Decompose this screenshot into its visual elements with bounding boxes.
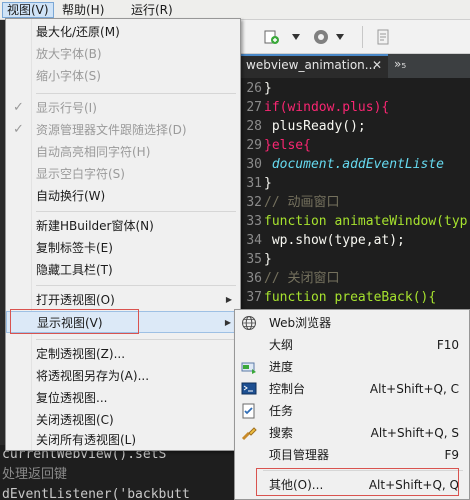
editor-bottom-area[interactable]: currentWebview().setS 处理返回键 dEventListen… bbox=[0, 445, 240, 500]
show-view-submenu: Web浏览器 大纲 F10 进度 控制台 Alt+Shift+Q, C 任务 搜… bbox=[234, 309, 470, 500]
code-editor[interactable]: 26} 27 if(window.plus){ 28 plusReady(); 2… bbox=[240, 78, 470, 318]
console-icon bbox=[241, 382, 257, 395]
toolbar bbox=[240, 20, 470, 54]
code-line: 37 function preateBack(){ bbox=[246, 290, 437, 305]
submenu-item-project-manager[interactable]: 项目管理器 F9 bbox=[235, 444, 469, 466]
menu-run[interactable]: 运行(R) bbox=[127, 2, 177, 18]
close-icon[interactable]: ✕ bbox=[372, 58, 382, 72]
editor-tab-bar: webview_animation... ✕ »₅ bbox=[240, 54, 470, 78]
menu-separator bbox=[36, 211, 236, 212]
menu-item-save-perspective-as[interactable]: 将透视图另存为(A)... bbox=[6, 365, 240, 387]
menu-item-open-perspective[interactable]: 打开透视图(O) ▶ bbox=[6, 289, 240, 311]
progress-icon bbox=[241, 362, 256, 374]
globe-icon bbox=[242, 316, 256, 330]
menu-item-customize-perspective[interactable]: 定制透视图(Z)... bbox=[6, 343, 240, 365]
menu-item-explorer-follow-selection[interactable]: ✓ 资源管理器文件跟随选择(D) bbox=[6, 119, 240, 141]
menu-item-new-window[interactable]: 新建HBuilder窗体(N) bbox=[6, 215, 240, 237]
menu-item-show-line-numbers[interactable]: ✓ 显示行号(I) bbox=[6, 97, 240, 119]
submenu-arrow-icon: ▶ bbox=[224, 318, 231, 327]
menu-item-word-wrap[interactable]: 自动换行(W) bbox=[6, 185, 240, 207]
menu-item-show-whitespace[interactable]: 显示空白字符(S) bbox=[6, 163, 240, 185]
chevron-down-icon[interactable] bbox=[292, 34, 300, 40]
search-flashlight-icon bbox=[241, 427, 257, 441]
menu-item-zoom-out-font[interactable]: 缩小字体(S) bbox=[6, 65, 240, 87]
checkmark-icon: ✓ bbox=[13, 100, 24, 115]
menu-help[interactable]: 帮助(H) bbox=[58, 2, 108, 18]
menu-item-highlight-same-chars[interactable]: 自动高亮相同字符(H) bbox=[6, 141, 240, 163]
run-icon[interactable] bbox=[312, 28, 330, 46]
annotation-highlight-box bbox=[256, 468, 459, 496]
menu-item-duplicate-tab[interactable]: 复制标签卡(E) bbox=[6, 237, 240, 259]
menu-item-zoom-in-font[interactable]: 放大字体(B) bbox=[6, 43, 240, 65]
annotation-highlight-box bbox=[10, 309, 139, 334]
code-line: dEventListener('backbutt bbox=[2, 487, 190, 500]
menu-view[interactable]: 视图(V) bbox=[2, 2, 54, 18]
menubar: 视图(V) 帮助(H) 运行(R) bbox=[0, 0, 470, 20]
view-menu-dropdown: 最大化/还原(M) 放大字体(B) 缩小字体(S) ✓ 显示行号(I) ✓ 资源管理… bbox=[5, 18, 241, 451]
menu-separator bbox=[36, 93, 236, 94]
menu-item-reset-perspective[interactable]: 复位透视图... bbox=[6, 387, 240, 409]
document-icon[interactable] bbox=[374, 28, 392, 46]
chevron-down-icon[interactable] bbox=[336, 34, 344, 40]
code-line: 处理返回键 bbox=[2, 467, 68, 482]
editor-tab-label: webview_animation... bbox=[246, 58, 377, 72]
tasks-icon bbox=[242, 403, 255, 419]
submenu-item-search[interactable]: 搜索 Alt+Shift+Q, S bbox=[235, 422, 469, 444]
editor-tab[interactable]: webview_animation... ✕ bbox=[240, 54, 388, 78]
new-file-icon[interactable] bbox=[262, 28, 280, 46]
submenu-arrow-icon: ▶ bbox=[225, 295, 232, 304]
submenu-item-web-browser[interactable]: Web浏览器 bbox=[235, 312, 469, 334]
toolbar-divider bbox=[362, 26, 363, 48]
submenu-item-console[interactable]: 控制台 Alt+Shift+Q, C bbox=[235, 378, 469, 400]
submenu-item-progress[interactable]: 进度 bbox=[235, 356, 469, 378]
menu-item-close-perspective[interactable]: 关闭透视图(C) bbox=[6, 409, 240, 431]
menu-item-close-all-perspectives[interactable]: 关闭所有透视图(L) bbox=[6, 429, 240, 451]
checkmark-icon: ✓ bbox=[13, 122, 24, 137]
menu-item-maximize-restore[interactable]: 最大化/还原(M) bbox=[6, 21, 240, 43]
more-tabs-button[interactable]: »₅ bbox=[394, 57, 406, 71]
menu-item-hide-toolbar[interactable]: 隐藏工具栏(T) bbox=[6, 259, 240, 281]
submenu-item-tasks[interactable]: 任务 bbox=[235, 400, 469, 422]
submenu-item-outline[interactable]: 大纲 F10 bbox=[235, 334, 469, 356]
menu-separator bbox=[36, 285, 236, 286]
menu-separator bbox=[36, 339, 236, 340]
